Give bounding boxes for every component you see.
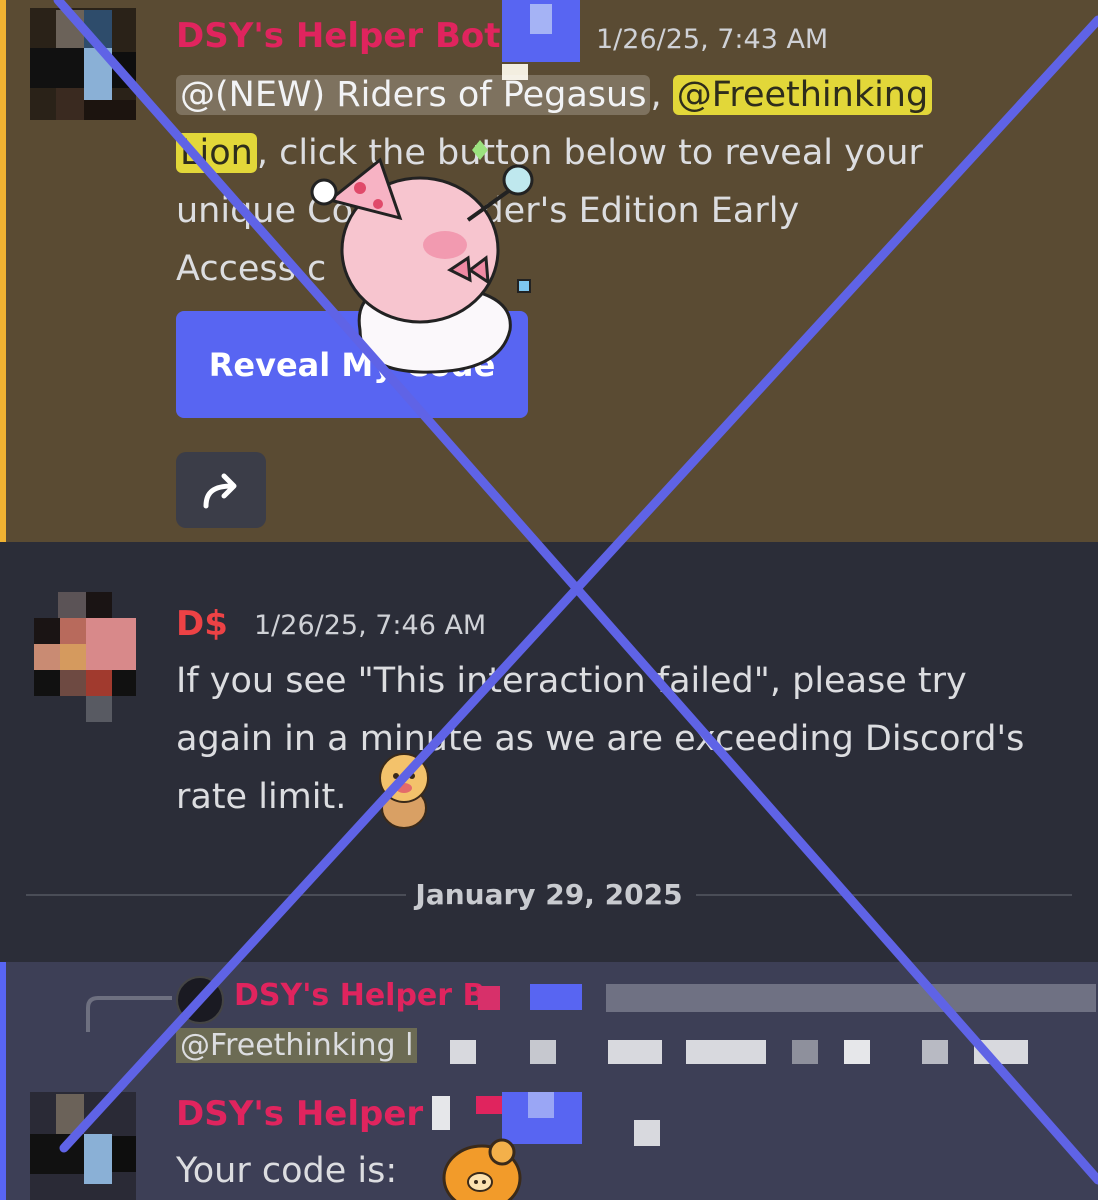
cross-out-overlay [53, 0, 1098, 1185]
